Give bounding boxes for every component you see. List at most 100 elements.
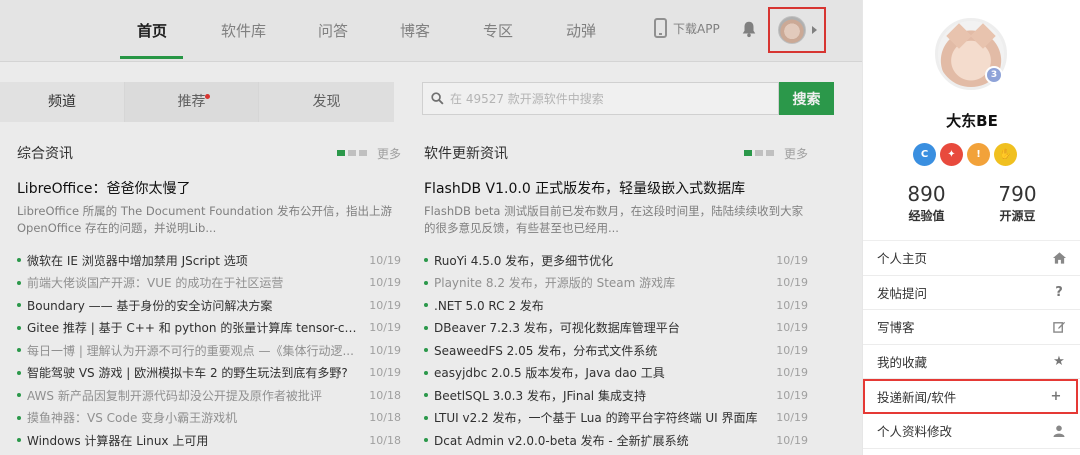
ribbon-icon[interactable]: ✦ (940, 143, 963, 166)
column-title: 软件更新资讯 (424, 146, 508, 162)
menu-item-label: 投递新闻/软件 (877, 390, 957, 406)
menu-item-homepage[interactable]: 个人主页 (863, 241, 1080, 276)
list-item[interactable]: LTUI v2.2 发布，一个基于 Lua 的跨平台字符终端 UI 界面库 10/… (424, 407, 808, 430)
carousel-dots[interactable] (743, 150, 774, 156)
more-link[interactable]: 更多 (377, 145, 401, 162)
news-title[interactable]: 微软在 IE 浏览器中增加禁用 JScript 选项 (27, 252, 248, 269)
more-link[interactable]: 更多 (784, 145, 808, 162)
bullet-icon (424, 280, 428, 285)
news-title[interactable]: 摸鱼神器：VS Code 变身小霸王游戏机 (27, 409, 237, 426)
menu-item-label: 发帖提问 (877, 285, 928, 301)
bullet-icon (17, 415, 21, 420)
list-item[interactable]: easyjdbc 2.0.5 版本发布，Java dao 工具 10/19 (424, 362, 808, 385)
nav-item-tweets[interactable]: 动弹 (566, 20, 596, 41)
list-item[interactable]: Playnite 8.2 发布，开源版的 Steam 游戏库 10/19 (424, 272, 808, 295)
list-item[interactable]: Boundary —— 基于身份的安全访问解决方案 10/19 (17, 294, 401, 317)
list-item[interactable]: 摸鱼神器：VS Code 变身小霸王游戏机 10/18 (17, 407, 401, 430)
feature-article-summary: LibreOffice 所属的 The Document Foundation … (17, 204, 392, 235)
experience-stat[interactable]: 890 经验值 (907, 182, 945, 224)
opensource-beans-value: 790 (998, 182, 1037, 206)
opensource-beans-stat[interactable]: 790 开源豆 (998, 182, 1036, 224)
menu-item-label: 写博客 (877, 320, 915, 336)
news-title[interactable]: easyjdbc 2.0.5 版本发布，Java dao 工具 (434, 364, 665, 381)
nav-item-zone[interactable]: 专区 (483, 20, 513, 41)
news-title[interactable]: Gitee 推荐 | 基于 C++ 和 python 的张量计算库 tensor… (27, 319, 362, 336)
news-title-wrap: Boundary —— 基于身份的安全访问解决方案 (17, 297, 362, 314)
news-title[interactable]: .NET 5.0 RC 2 发布 (434, 297, 544, 314)
list-item[interactable]: RuoYi 4.5.0 发布，更多细节优化 10/19 (424, 249, 808, 272)
user-icon (1052, 424, 1066, 438)
news-title[interactable]: 每日一博 | 理解认为开源不可行的重要观点 —《集体行动逻... (27, 342, 354, 359)
software-news-column: 软件更新资讯 更多 FlashDB V1.0.0 正式版发布，轻量级嵌入式数据库… (424, 140, 808, 452)
feature-article-title[interactable]: LibreOffice：爸爸你太慢了 (17, 178, 401, 198)
news-title[interactable]: BeetlSQL 3.0.3 发布，JFinal 集成支持 (434, 387, 646, 404)
search-input[interactable] (450, 91, 770, 106)
list-item[interactable]: .NET 5.0 RC 2 发布 10/19 (424, 294, 808, 317)
news-date: 10/19 (776, 253, 808, 267)
news-title[interactable]: Windows 计算器在 Linux 上可用 (27, 432, 208, 449)
nav-item-qa[interactable]: 问答 (318, 20, 348, 41)
question-icon: ? (1055, 284, 1063, 300)
news-title-wrap: DBeaver 7.2.3 发布，可视化数据库管理平台 (424, 319, 769, 336)
main-content: 首页 软件库 问答 博客 专区 动弹 下载APP 频道 推荐 发现 在 4952… (0, 0, 862, 455)
tab-channel[interactable]: 频道 (0, 82, 125, 122)
news-title[interactable]: RuoYi 4.5.0 发布，更多细节优化 (434, 252, 613, 269)
list-item[interactable]: DBeaver 7.2.3 发布，可视化数据库管理平台 10/19 (424, 317, 808, 340)
news-title[interactable]: Boundary —— 基于身份的安全访问解决方案 (27, 297, 272, 314)
news-title[interactable]: Dcat Admin v2.0.0-beta 发布 - 全新扩展系统 (434, 432, 689, 449)
list-item[interactable]: 每日一博 | 理解认为开源不可行的重要观点 —《集体行动逻... 10/19 (17, 339, 401, 362)
news-date: 10/19 (776, 298, 808, 312)
avatar (778, 16, 806, 44)
tab-recommend[interactable]: 推荐 (125, 82, 259, 122)
feature-article-title[interactable]: FlashDB V1.0.0 正式版发布，轻量级嵌入式数据库 (424, 178, 808, 198)
list-item[interactable]: BeetlSQL 3.0.3 发布，JFinal 集成支持 10/19 (424, 384, 808, 407)
list-item[interactable]: Gitee 推荐 | 基于 C++ 和 python 的张量计算库 tensor… (17, 317, 401, 340)
tab-discover[interactable]: 发现 (259, 82, 394, 122)
user-menu: 个人主页 发帖提问 ? 写博客 我的收藏 ★ 投递新闻/软件 + 个人资料修改 (863, 240, 1080, 449)
nav-item-software[interactable]: 软件库 (221, 20, 266, 41)
bell-icon[interactable] (740, 20, 758, 38)
menu-item-submit-news[interactable]: 投递新闻/软件 + (863, 379, 1078, 414)
news-title-wrap: RuoYi 4.5.0 发布，更多细节优化 (424, 252, 769, 269)
news-title[interactable]: DBeaver 7.2.3 发布，可视化数据库管理平台 (434, 319, 680, 336)
nav-item-home[interactable]: 首页 (137, 20, 167, 41)
menu-item-favorites[interactable]: 我的收藏 ★ (863, 345, 1080, 380)
medal-icon[interactable]: C (913, 143, 936, 166)
nav-item-blog[interactable]: 博客 (400, 20, 430, 41)
search-button[interactable]: 搜索 (779, 82, 834, 115)
news-title[interactable]: AWS 新产品因复制开源代码却没公开提及原作者被批评 (27, 387, 322, 404)
list-item[interactable]: 微软在 IE 浏览器中增加禁用 JScript 选项 10/19 (17, 249, 401, 272)
opensource-beans-label: 开源豆 (999, 209, 1036, 223)
bullet-icon (424, 393, 428, 398)
news-list: 微软在 IE 浏览器中增加禁用 JScript 选项 10/19 前端大佬谈国产开源… (17, 249, 401, 452)
trophy-icon[interactable]: ! (967, 143, 990, 166)
news-date: 10/19 (369, 253, 401, 267)
download-app-link[interactable]: 下载APP (654, 18, 720, 38)
carousel-dots[interactable] (336, 150, 367, 156)
bullet-icon (424, 438, 428, 443)
list-item[interactable]: 智能驾驶 VS 游戏 | 欧洲模拟卡车 2 的野生玩法到底有多野? 10/19 (17, 362, 401, 385)
news-title[interactable]: LTUI v2.2 发布，一个基于 Lua 的跨平台字符终端 UI 界面库 (434, 409, 758, 426)
list-item[interactable]: Dcat Admin v2.0.0-beta 发布 - 全新扩展系统 10/19 (424, 429, 808, 452)
news-title[interactable]: 智能驾驶 VS 游戏 | 欧洲模拟卡车 2 的野生玩法到底有多野? (27, 364, 348, 381)
news-title[interactable]: 前端大佬谈国产开源：VUE 的成功在于社区运营 (27, 274, 283, 291)
menu-item-label: 个人主页 (877, 251, 928, 267)
column-header: 软件更新资讯 更多 (424, 140, 808, 166)
news-date: 10/19 (776, 321, 808, 335)
menu-item-write-blog[interactable]: 写博客 (863, 310, 1080, 345)
download-app-label: 下载APP (673, 21, 720, 36)
hand-icon[interactable]: ✋ (994, 143, 1017, 166)
bullet-icon (424, 303, 428, 308)
news-title-wrap: LTUI v2.2 发布，一个基于 Lua 的跨平台字符终端 UI 界面库 (424, 409, 769, 426)
menu-item-ask-question[interactable]: 发帖提问 ? (863, 276, 1080, 311)
list-item[interactable]: SeaweedFS 2.05 发布，分布式文件系统 10/19 (424, 339, 808, 362)
list-item[interactable]: Windows 计算器在 Linux 上可用 10/18 (17, 429, 401, 452)
news-title[interactable]: SeaweedFS 2.05 发布，分布式文件系统 (434, 342, 657, 359)
user-avatar-menu-trigger[interactable] (768, 7, 826, 53)
user-stats: 890 经验值 790 开源豆 (863, 182, 1080, 224)
list-item[interactable]: AWS 新产品因复制开源代码却没公开提及原作者被批评 10/18 (17, 384, 401, 407)
list-item[interactable]: 前端大佬谈国产开源：VUE 的成功在于社区运营 10/19 (17, 272, 401, 295)
menu-item-edit-profile[interactable]: 个人资料修改 (863, 414, 1080, 449)
username[interactable]: 大东BE (863, 110, 1080, 131)
news-title[interactable]: Playnite 8.2 发布，开源版的 Steam 游戏库 (434, 274, 675, 291)
